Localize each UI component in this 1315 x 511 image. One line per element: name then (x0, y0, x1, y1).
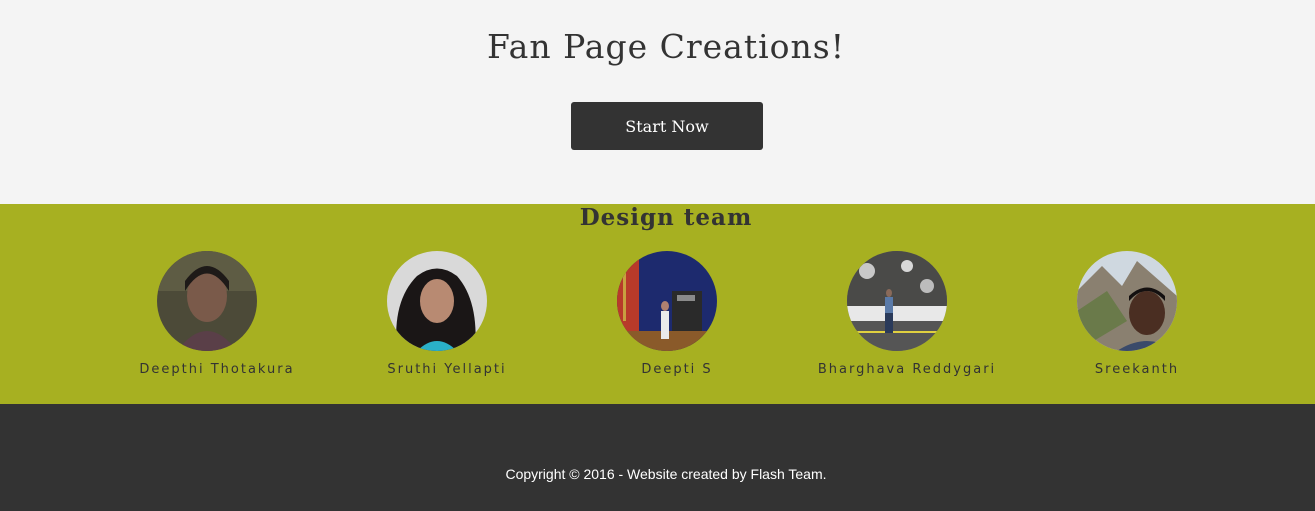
team-member-card: Deepthi Thotakura (102, 251, 332, 391)
avatar (157, 251, 257, 351)
avatar-photo (847, 251, 947, 351)
avatar-photo (1077, 251, 1177, 351)
design-team-section: Design team Deepthi Thotakura Sruthi Yel… (0, 204, 1315, 404)
avatar (1077, 251, 1177, 351)
hero-section: Fan Page Creations! Start Now (0, 0, 1315, 204)
team-title: Design team (579, 204, 753, 231)
team-member-card: Deepti S (562, 251, 792, 391)
member-name: Deepthi Thotakura (139, 362, 295, 377)
avatar-photo (387, 251, 487, 351)
avatar (387, 251, 487, 351)
member-name: Bharghava Reddygari (817, 362, 997, 377)
start-now-button[interactable]: Start Now (571, 102, 763, 150)
avatar (617, 251, 717, 351)
footer: Copyright © 2016 - Website created by Fl… (0, 404, 1315, 511)
team-member-card: Sruthi Yellapti (332, 251, 562, 391)
avatar-photo (157, 251, 257, 351)
member-name: Sreekanth (1094, 362, 1180, 377)
page-title: Fan Page Creations! (487, 27, 845, 66)
team-member-card: Bharghava Reddygari (792, 251, 1022, 391)
member-name: Deepti S (641, 362, 713, 377)
avatar-photo (617, 251, 717, 351)
avatar (847, 251, 947, 351)
team-member-card: Sreekanth (1022, 251, 1252, 391)
copyright-text: Copyright © 2016 - Website created by Fl… (505, 466, 827, 482)
member-name: Sruthi Yellapti (387, 362, 507, 377)
